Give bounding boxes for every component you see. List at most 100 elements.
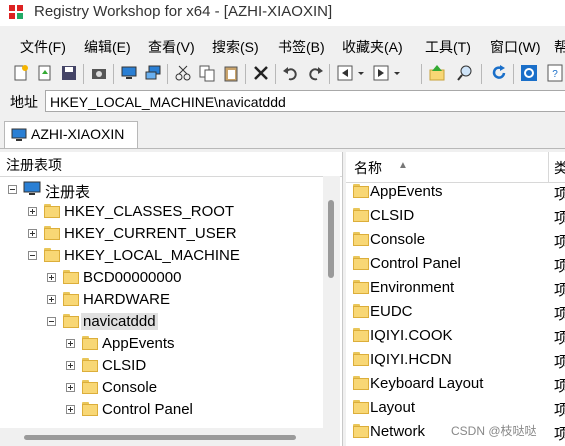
list-item-type: 项	[554, 210, 565, 227]
copy-icon[interactable]	[198, 64, 216, 82]
tab-computer[interactable]: AZHI-XIAOXIN	[4, 121, 138, 148]
list-item[interactable]: Keyboard Layout 项	[346, 372, 565, 396]
list-item-type: 项	[554, 282, 565, 299]
address-input[interactable]: HKEY_LOCAL_MACHINE\navicatddd	[45, 90, 565, 112]
menu-favorites[interactable]: 收藏夹(A)	[342, 37, 403, 57]
menu-window[interactable]: 窗口(W)	[490, 37, 541, 57]
undo-icon[interactable]	[282, 64, 300, 82]
list-item[interactable]: CLSID 项	[346, 204, 565, 228]
address-label: 地址	[10, 94, 38, 110]
folder-open-icon	[63, 314, 79, 328]
new-icon[interactable]	[12, 64, 30, 82]
redo-icon[interactable]	[306, 64, 324, 82]
tree-node-label: HKEY_LOCAL_MACHINE	[64, 247, 240, 264]
toolbar-separator	[245, 64, 246, 84]
tree-node-label: HKEY_CLASSES_ROOT	[64, 203, 235, 220]
registry-tree-panel: 注册表项 注册表 HKEY_CLASSES_ROOT HKEY_CURRENT_…	[0, 152, 343, 446]
list-item-type: 项	[554, 378, 565, 395]
paste-icon[interactable]	[222, 64, 240, 82]
tree-node-label: Console	[102, 379, 158, 396]
folder-icon	[44, 204, 60, 218]
tree-header-label: 注册表项	[6, 157, 62, 173]
folder-icon	[82, 358, 98, 372]
back-icon[interactable]	[336, 64, 354, 82]
menu-tools[interactable]: 工具(T)	[425, 37, 471, 57]
column-header-label: 类	[554, 160, 565, 176]
list-item-name: Console	[370, 231, 426, 248]
menu-search[interactable]: 搜索(S)	[212, 37, 259, 57]
go-up-icon[interactable]	[428, 64, 446, 82]
menu-bookmarks[interactable]: 书签(B)	[278, 37, 325, 57]
menu-file[interactable]: 文件(F)	[20, 37, 66, 57]
folder-icon	[353, 352, 369, 366]
expand-icon[interactable]	[66, 339, 75, 348]
tree-node-label: HARDWARE	[83, 291, 170, 308]
tree-node-label: AppEvents	[102, 335, 175, 352]
expand-icon[interactable]	[28, 207, 37, 216]
list-item[interactable]: IQIYI.COOK 项	[346, 324, 565, 348]
tree-node-label: BCD00000000	[83, 269, 182, 286]
list-item[interactable]: Console 项	[346, 228, 565, 252]
refresh-icon[interactable]	[490, 64, 508, 82]
collapse-icon[interactable]	[28, 251, 37, 260]
menu-help[interactable]: 帮	[554, 37, 565, 57]
settings-icon[interactable]	[520, 64, 538, 82]
expand-icon[interactable]	[47, 273, 56, 282]
list-item-name: IQIYI.HCDN	[370, 351, 452, 368]
tree-node-label: Control Panel	[102, 401, 193, 418]
computer-icon	[11, 128, 27, 141]
list-item[interactable]: Layout 项	[346, 396, 565, 420]
forward-icon[interactable]	[372, 64, 390, 82]
tree-node-label: HKEY_CURRENT_USER	[64, 225, 237, 242]
cut-icon[interactable]	[174, 64, 192, 82]
list-item[interactable]: IQIYI.HCDN 项	[346, 348, 565, 372]
list-item-type: 项	[554, 258, 565, 275]
toolbar: ?	[0, 60, 565, 88]
list-item-name: EUDC	[370, 303, 413, 320]
folder-icon	[44, 226, 60, 240]
tree-vertical-scrollbar[interactable]	[323, 176, 340, 446]
delete-icon[interactable]	[252, 64, 270, 82]
open-icon[interactable]	[36, 64, 54, 82]
toolbar-separator	[421, 64, 422, 84]
help-icon[interactable]: ?	[546, 64, 564, 82]
chevron-down-icon[interactable]	[392, 64, 402, 82]
chevron-down-icon[interactable]	[356, 64, 366, 82]
column-header-name[interactable]: 名称 ▲	[346, 152, 549, 183]
tree-horizontal-scrollbar[interactable]	[0, 428, 323, 446]
folder-icon	[353, 256, 369, 270]
list-item[interactable]: Environment 项	[346, 276, 565, 300]
expand-icon[interactable]	[66, 405, 75, 414]
scrollbar-thumb[interactable]	[24, 435, 296, 440]
expand-icon[interactable]	[47, 295, 56, 304]
computer-icon[interactable]	[120, 64, 138, 82]
folder-icon	[353, 400, 369, 414]
menu-edit[interactable]: 编辑(E)	[84, 37, 131, 57]
expand-icon[interactable]	[28, 229, 37, 238]
scrollbar-thumb[interactable]	[328, 200, 334, 278]
list-item-name: Environment	[370, 279, 455, 296]
snapshot-icon[interactable]	[90, 64, 108, 82]
list-item[interactable]: EUDC 项	[346, 300, 565, 324]
column-header-type[interactable]: 类	[549, 152, 565, 183]
list-item-type: 项	[554, 426, 565, 443]
list-item-type: 项	[554, 186, 565, 203]
list-item[interactable]: Control Panel 项	[346, 252, 565, 276]
toolbar-separator	[481, 64, 482, 84]
watermark: CSDN @枝哒哒	[451, 424, 537, 438]
expand-icon[interactable]	[66, 383, 75, 392]
folder-open-icon	[44, 248, 60, 262]
folder-icon	[82, 380, 98, 394]
menu-view[interactable]: 查看(V)	[148, 37, 195, 57]
network-computer-icon[interactable]	[144, 64, 162, 82]
expand-icon[interactable]	[66, 361, 75, 370]
column-header-label: 名称	[354, 160, 382, 176]
list-item-name: Control Panel	[370, 255, 461, 272]
save-icon[interactable]	[60, 64, 78, 82]
list-item-name: Network	[370, 423, 426, 440]
collapse-icon[interactable]	[47, 317, 56, 326]
folder-icon	[63, 270, 79, 284]
search-icon[interactable]	[456, 64, 474, 82]
list-item[interactable]: AppEvents 项	[346, 180, 565, 204]
collapse-icon[interactable]	[8, 185, 17, 194]
